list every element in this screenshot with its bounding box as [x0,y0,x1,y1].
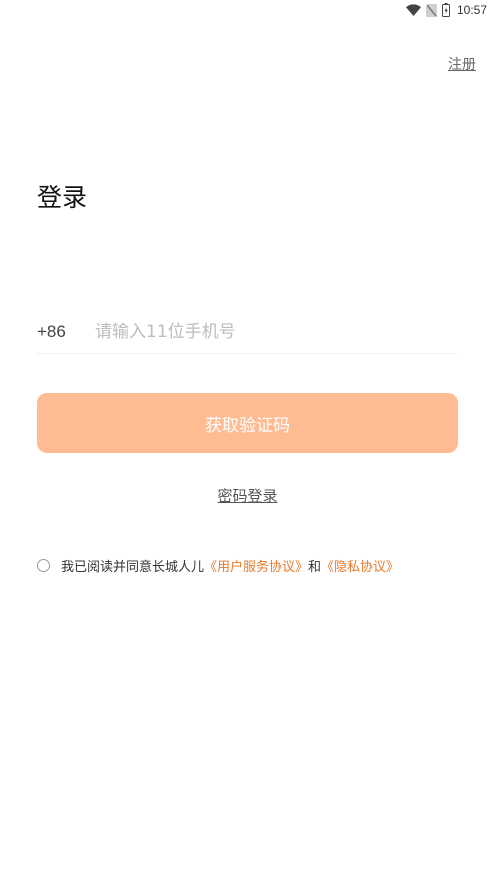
password-login-row: 密码登录 [0,485,495,506]
privacy-agreement-link[interactable]: 《隐私协议》 [321,556,399,575]
no-signal-icon [425,3,437,17]
agreement-text: 我已阅读并同意长城人儿 [61,560,205,575]
battery-icon [441,3,450,17]
password-login-link[interactable]: 密码登录 [217,487,277,505]
status-time: 10:57 [456,3,487,17]
get-verification-code-button[interactable]: 获取验证码 [37,393,458,453]
phone-input[interactable] [95,321,435,342]
agreement-checkbox[interactable] [37,559,50,572]
agreement-row: 我已阅读并同意长城人儿 《用户服务协议》 和 《隐私协议》 [37,556,399,575]
status-icons: 10:57 [405,2,487,18]
agreement-and-text: 和 [308,560,322,575]
page-title: 登录 [37,183,88,212]
country-code[interactable]: +86 [37,322,95,342]
register-link[interactable]: 注册 [448,54,476,74]
phone-input-row: +86 [37,310,457,354]
wifi-icon [405,4,421,16]
user-agreement-link[interactable]: 《用户服务协议》 [204,556,308,575]
status-bar: 10:57 [0,0,495,20]
